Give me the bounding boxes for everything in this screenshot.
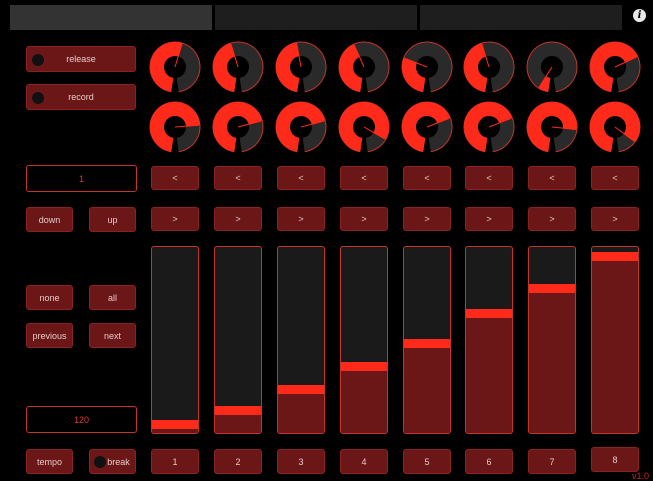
prev-button-2[interactable]: < (214, 166, 262, 190)
fader-thumb[interactable] (278, 385, 324, 394)
record-label: record (68, 92, 94, 102)
knob-top-8[interactable] (589, 41, 641, 93)
knob-top-4[interactable] (338, 41, 390, 93)
knob-value-arc (402, 57, 426, 92)
break-led (94, 456, 106, 468)
prev-button-3[interactable]: < (277, 166, 325, 190)
fader-thumb[interactable] (215, 406, 261, 415)
record-led (32, 92, 44, 104)
channel-button-8[interactable]: 8 (591, 447, 639, 472)
next-button-5[interactable]: > (403, 207, 451, 231)
knob-value-arc (464, 43, 488, 92)
fader-8[interactable] (591, 246, 639, 434)
knob-top-5[interactable] (401, 41, 453, 93)
knob-top-2[interactable] (212, 41, 264, 93)
info-icon[interactable]: i (633, 9, 646, 22)
fader-fill (529, 284, 575, 433)
channel-button-7[interactable]: 7 (528, 449, 576, 474)
knob-bottom-3[interactable] (275, 101, 327, 153)
channel-button-2[interactable]: 2 (214, 449, 262, 474)
knob-bottom-8[interactable] (589, 101, 641, 153)
prev-button-1[interactable]: < (151, 166, 199, 190)
fader-fill (341, 362, 387, 433)
fader-thumb[interactable] (466, 309, 512, 318)
release-button[interactable]: release (26, 46, 136, 72)
knob-top-6[interactable] (463, 41, 515, 93)
tempo-display[interactable]: 120 (26, 406, 137, 433)
fader-fill (466, 309, 512, 433)
knob-top-1[interactable] (149, 41, 201, 93)
none-button[interactable]: none (26, 285, 73, 310)
fader-thumb[interactable] (341, 362, 387, 371)
fader-5[interactable] (403, 246, 451, 434)
next-button-3[interactable]: > (277, 207, 325, 231)
tab-2[interactable] (215, 5, 417, 30)
prev-button-5[interactable]: < (403, 166, 451, 190)
knob-top-7[interactable] (526, 41, 578, 93)
next-button-1[interactable]: > (151, 207, 199, 231)
fader-6[interactable] (465, 246, 513, 434)
down-button[interactable]: down (26, 207, 73, 232)
tab-3[interactable] (420, 5, 622, 30)
channel-button-1[interactable]: 1 (151, 449, 199, 474)
tab-1[interactable] (10, 5, 212, 30)
knob-bottom-1[interactable] (149, 101, 201, 153)
fader-2[interactable] (214, 246, 262, 434)
knob-bottom-2[interactable] (212, 101, 264, 153)
knob-value-arc (538, 76, 551, 92)
knob-value-arc (150, 42, 183, 92)
value-display[interactable]: 1 (26, 165, 137, 192)
knob-value-arc (213, 43, 237, 92)
knob-track (527, 42, 577, 92)
channel-button-5[interactable]: 5 (403, 449, 451, 474)
fader-4[interactable] (340, 246, 388, 434)
next-button-6[interactable]: > (465, 207, 513, 231)
all-button[interactable]: all (89, 285, 136, 310)
prev-button-4[interactable]: < (340, 166, 388, 190)
prev-button-7[interactable]: < (528, 166, 576, 190)
next-button-4[interactable]: > (340, 207, 388, 231)
next-button-2[interactable]: > (214, 207, 262, 231)
channel-button-3[interactable]: 3 (277, 449, 325, 474)
fader-thumb[interactable] (592, 252, 638, 261)
fader-3[interactable] (277, 246, 325, 434)
break-label: break (107, 456, 130, 467)
release-led (32, 54, 44, 66)
previous-button[interactable]: previous (26, 323, 73, 348)
channel-button-4[interactable]: 4 (340, 449, 388, 474)
prev-button-6[interactable]: < (465, 166, 513, 190)
release-label: release (66, 54, 96, 64)
knob-bottom-6[interactable] (463, 101, 515, 153)
knob-bottom-4[interactable] (338, 101, 390, 153)
fader-thumb[interactable] (152, 420, 198, 429)
next-button-8[interactable]: > (591, 207, 639, 231)
fader-fill (404, 339, 450, 433)
fader-fill (592, 252, 638, 433)
channel-button-6[interactable]: 6 (465, 449, 513, 474)
fader-1[interactable] (151, 246, 199, 434)
up-button[interactable]: up (89, 207, 136, 232)
knob-bottom-5[interactable] (401, 101, 453, 153)
fader-7[interactable] (528, 246, 576, 434)
next-button[interactable]: next (89, 323, 136, 348)
break-button[interactable]: break (89, 449, 136, 474)
knob-value-arc (276, 42, 300, 92)
next-button-7[interactable]: > (528, 207, 576, 231)
record-button[interactable]: record (26, 84, 136, 110)
knob-top-3[interactable] (275, 41, 327, 93)
fader-thumb[interactable] (529, 284, 575, 293)
tempo-button[interactable]: tempo (26, 449, 73, 474)
knob-bottom-7[interactable] (526, 101, 578, 153)
prev-button-8[interactable]: < (591, 166, 639, 190)
version-label: v1.0 (631, 471, 649, 481)
fader-thumb[interactable] (404, 339, 450, 348)
